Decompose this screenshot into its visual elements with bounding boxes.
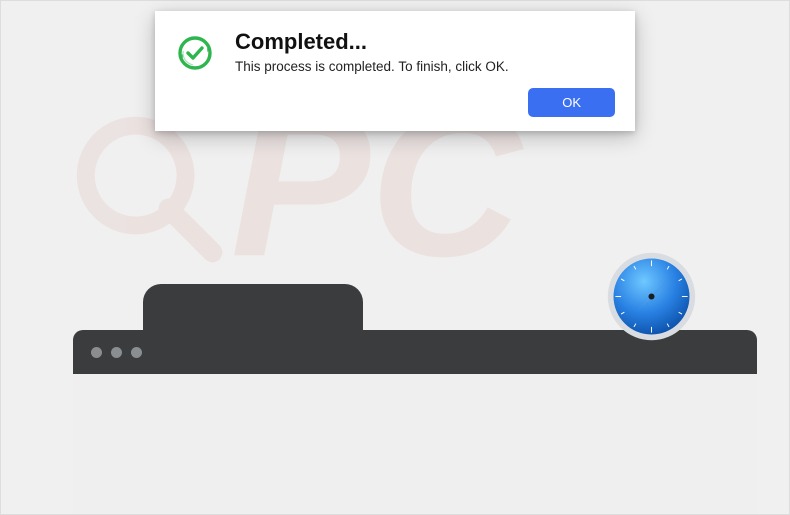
- safari-compass-icon: [604, 249, 699, 344]
- traffic-light-dot: [131, 347, 142, 358]
- dialog-actions: OK: [235, 88, 615, 117]
- traffic-light-dot: [91, 347, 102, 358]
- traffic-light-dot: [111, 347, 122, 358]
- ok-button[interactable]: OK: [528, 88, 615, 117]
- checkmark-circle-icon: [173, 29, 217, 117]
- browser-body: [73, 374, 757, 514]
- dialog-message: This process is completed. To finish, cl…: [235, 59, 615, 74]
- dialog-content: Completed... This process is completed. …: [235, 29, 615, 117]
- browser-tab-shape: [143, 284, 363, 332]
- completed-dialog: Completed... This process is completed. …: [155, 11, 635, 131]
- dialog-title: Completed...: [235, 29, 615, 55]
